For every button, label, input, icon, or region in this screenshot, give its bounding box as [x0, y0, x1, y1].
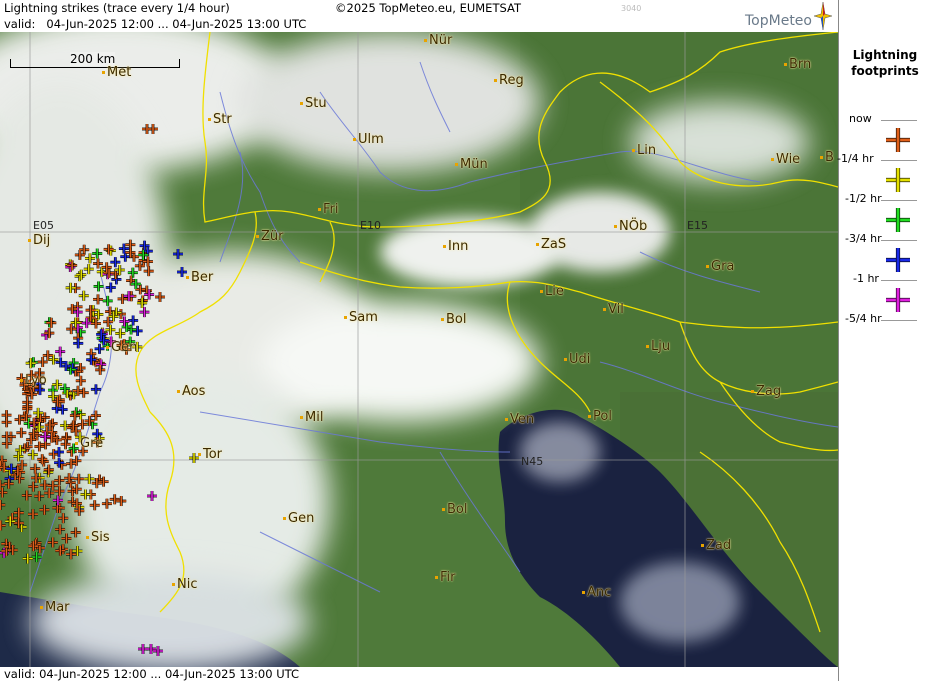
city-label: Tor — [198, 447, 222, 462]
city-label: Bol — [442, 502, 467, 517]
grid-label-n45: N45 — [521, 455, 544, 468]
map-title: Lightning strikes (trace every 1/4 hour) — [4, 1, 230, 15]
city-label: Str — [208, 112, 232, 127]
scale-bar-label: 200 km — [70, 52, 116, 66]
legend-cross-three-quarter-icon — [886, 248, 910, 272]
city-label: Gen — [106, 340, 137, 355]
map-header: Lightning strikes (trace every 1/4 hour)… — [0, 0, 838, 32]
valid-range: 04-Jun-2025 12:00 ... 04-Jun-2025 13:00 … — [46, 17, 307, 31]
city-label: Zag — [751, 384, 781, 399]
legend-cross-now-icon — [886, 128, 910, 152]
city-label: Nic — [172, 577, 197, 592]
city-label: Fir — [435, 570, 456, 585]
grid-label-e15: E15 — [687, 219, 708, 232]
legend-label-quarter: -1/4 hr — [837, 152, 874, 165]
city-label: Lyo — [20, 373, 47, 388]
city-label: Mün — [455, 157, 488, 172]
legend-label-five-quarter: -5/4 hr — [845, 312, 882, 325]
city-label: Anc — [582, 585, 611, 600]
legend-label-one-hour: -1 hr — [853, 272, 879, 285]
legend-title-line2: footprints — [851, 64, 919, 78]
valid-time-header: valid: 04-Jun-2025 12:00 ... 04-Jun-2025… — [4, 17, 306, 31]
city-label: Met — [102, 65, 131, 80]
scale-bar: 200 km — [10, 52, 180, 69]
city-label: Wie — [771, 152, 800, 167]
city-label: Mil — [300, 410, 323, 425]
city-label: Bol — [441, 312, 466, 327]
compass-star-icon — [814, 2, 832, 30]
city-label: NÖb — [614, 219, 647, 234]
city-label: Udi — [564, 352, 590, 367]
city-label: Dij — [28, 233, 50, 248]
city-label: Nür — [424, 33, 452, 48]
city-label: Reg — [494, 73, 524, 88]
city-label: Sam — [344, 310, 378, 325]
city-label: Sis — [86, 530, 110, 545]
city-label: B — [820, 150, 834, 165]
city-label: Inn — [443, 239, 468, 254]
city-label: Aos — [177, 384, 205, 399]
city-label: Ven — [505, 412, 534, 427]
city-label: Gen — [283, 511, 314, 526]
map-footer: valid: 04-Jun-2025 12:00 ... 04-Jun-2025… — [0, 667, 838, 681]
legend-cross-quarter-icon — [886, 168, 910, 192]
city-label: ZaS — [536, 237, 566, 252]
legend-label-half: -1/2 hr — [845, 192, 882, 205]
city-label: Ber — [186, 270, 213, 285]
legend-cross-one-hour-icon — [886, 288, 910, 312]
legend-cross-half-icon — [886, 208, 910, 232]
city-label: Vil — [603, 302, 624, 317]
city-label: Stu — [300, 96, 327, 111]
copyright-notice: ©2025 TopMeteo.eu, EUMETSAT — [335, 1, 521, 15]
legend-panel: Lightning footprints now -1/4 hr -1/2 hr… — [837, 0, 930, 681]
grid-label-e10: E10 — [360, 219, 381, 232]
city-label: Mar — [40, 600, 70, 615]
city-label: Lju — [646, 339, 670, 354]
valid-time-footer: valid: 04-Jun-2025 12:00 ... 04-Jun-2025… — [4, 667, 300, 681]
valid-label: valid: — [4, 17, 36, 31]
city-label: Gra — [706, 259, 734, 274]
city-label: Lie — [540, 284, 564, 299]
legend-label-three-quarter: -3/4 hr — [845, 232, 882, 245]
city-label: Zür — [256, 229, 284, 244]
city-label: Gre — [75, 436, 103, 451]
image-code: 3040 — [621, 4, 642, 13]
satellite-map[interactable]: E05 E10 E15 N45 200 km Nür Reg Brn Met S… — [0, 32, 838, 667]
city-label: Pol — [588, 409, 612, 424]
city-label: Lin — [632, 143, 656, 158]
legend-title-line1: Lightning — [852, 48, 918, 62]
city-label: Zad — [701, 538, 731, 553]
brand-logo-text: TopMeteo — [745, 13, 812, 29]
city-label: Brn — [784, 57, 811, 72]
city-label: Fri — [318, 202, 339, 217]
legend-label-now: now — [849, 112, 872, 125]
city-label: Ulm — [353, 132, 384, 147]
grid-label-e05: E05 — [33, 219, 54, 232]
